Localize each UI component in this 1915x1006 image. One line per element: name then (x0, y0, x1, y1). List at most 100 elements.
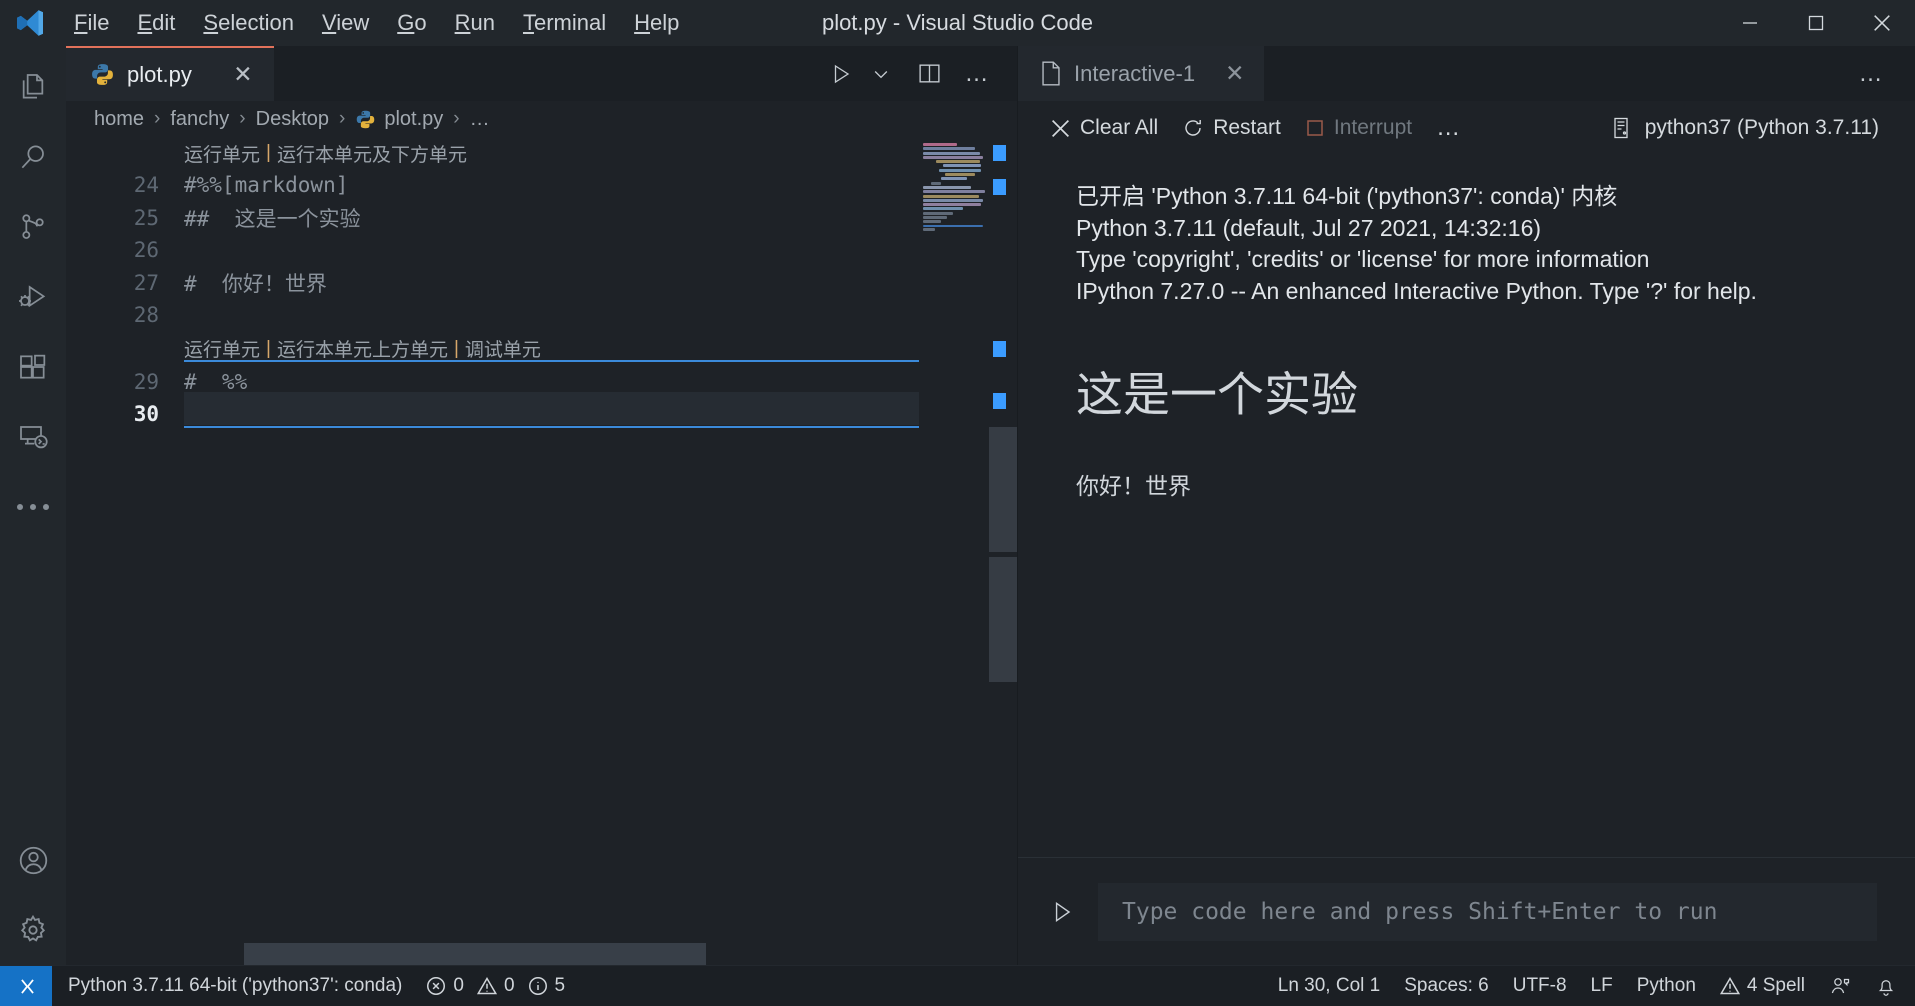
interactive-toolbar-more-button[interactable]: … (1426, 109, 1471, 147)
clear-all-label: Clear All (1080, 116, 1158, 140)
status-problems[interactable]: 0 0 5 (414, 966, 577, 1006)
close-button[interactable] (1849, 0, 1915, 46)
vertical-scrollbar-thumb[interactable] (989, 427, 1017, 552)
minimap[interactable] (919, 137, 989, 965)
overview-ruler[interactable] (989, 137, 1017, 965)
sidebar-item-remote-explorer[interactable] (0, 402, 66, 472)
run-file-button[interactable] (823, 54, 859, 94)
menu-edit[interactable]: Edit (123, 6, 189, 40)
breadcrumb-fanchy[interactable]: fanchy (170, 108, 229, 131)
menu-go[interactable]: Go (383, 6, 440, 40)
interactive-more-button[interactable]: … (1853, 54, 1889, 94)
codelens-run-cell[interactable]: 运行单元 (184, 140, 260, 167)
spell-label: 4 Spell (1747, 975, 1805, 997)
codelens-run-above[interactable]: 运行本单元上方单元 (277, 335, 448, 362)
minimap-line (923, 207, 963, 210)
status-encoding[interactable]: UTF-8 (1501, 966, 1579, 1006)
activity-bar-more-button[interactable] (0, 472, 66, 542)
interactive-tab-actions: … (1853, 46, 1915, 101)
interactive-input-area: Type code here and press Shift+Enter to … (1018, 857, 1915, 965)
status-eol[interactable]: LF (1579, 966, 1625, 1006)
run-and-debug-icon (17, 281, 49, 313)
menu-run[interactable]: Run (441, 6, 509, 40)
minimap-content (919, 137, 989, 231)
minimap-line (939, 169, 981, 172)
status-cursor-position[interactable]: Ln 30, Col 1 (1266, 966, 1392, 1006)
code-row: 25 ## 这是一个实验 (66, 202, 919, 235)
breadcrumb-symbols[interactable]: … (470, 108, 490, 131)
status-indentation[interactable]: Spaces: 6 (1392, 966, 1501, 1006)
minimap-line (923, 199, 983, 202)
tab-plot-py[interactable]: plot.py ✕ (66, 46, 274, 101)
horizontal-scrollbar[interactable] (184, 943, 821, 965)
horizontal-scrollbar-thumb[interactable] (244, 943, 706, 965)
sidebar-item-accounts[interactable] (0, 825, 66, 895)
run-cell-icon[interactable] (1040, 890, 1084, 934)
interactive-tab-bar: Interactive-1 ✕ … (1018, 46, 1915, 101)
status-feedback[interactable] (1817, 966, 1863, 1006)
codelens-separator: | (260, 338, 277, 360)
line-text: # %% (181, 370, 247, 394)
remote-indicator[interactable] (0, 966, 52, 1006)
sidebar-item-search[interactable] (0, 122, 66, 192)
menu-terminal[interactable]: Terminal (509, 6, 620, 40)
maximize-button[interactable] (1783, 0, 1849, 46)
output-line: 已开启 'Python 3.7.11 64-bit ('python37': c… (1076, 181, 1885, 213)
status-python-env[interactable]: Python 3.7.11 64-bit ('python37': conda) (52, 966, 414, 1006)
codelens-run-below[interactable]: 运行本单元及下方单元 (277, 140, 467, 167)
sidebar-item-extensions[interactable] (0, 332, 66, 402)
interactive-tab-label: Interactive-1 (1074, 61, 1195, 87)
status-language-mode[interactable]: Python (1625, 966, 1708, 1006)
tab-interactive-1[interactable]: Interactive-1 ✕ (1018, 46, 1264, 101)
tab-label: plot.py (127, 62, 192, 88)
menu-help[interactable]: Help (620, 6, 693, 40)
sidebar-item-settings[interactable] (0, 895, 66, 965)
menu-bar: File Edit Selection View Go Run Terminal… (60, 0, 693, 46)
info-count: 5 (555, 975, 566, 997)
minimap-line (923, 190, 985, 193)
codelens-debug-cell[interactable]: 调试单元 (465, 335, 541, 362)
menu-file[interactable]: File (60, 6, 123, 40)
python-env-label: Python 3.7.11 64-bit ('python37': conda) (68, 975, 402, 997)
sidebar-item-source-control[interactable] (0, 192, 66, 262)
output-line: Python 3.7.11 (default, Jul 27 2021, 14:… (1076, 213, 1885, 245)
editor-more-button[interactable]: … (959, 54, 995, 94)
codelens-run-cell-2[interactable]: 运行单元 (184, 335, 260, 362)
interrupt-button[interactable]: Interrupt (1295, 111, 1422, 145)
ruler-marker (993, 341, 1006, 357)
breadcrumb-desktop[interactable]: Desktop (256, 108, 329, 131)
code-input[interactable]: Type code here and press Shift+Enter to … (1098, 883, 1877, 941)
menu-selection[interactable]: Selection (189, 6, 308, 40)
breadcrumb-plot-py[interactable]: plot.py (384, 108, 443, 131)
bell-icon (1875, 975, 1897, 997)
sidebar-item-explorer[interactable] (0, 52, 66, 122)
menu-view[interactable]: View (308, 6, 383, 40)
split-editor-button[interactable] (911, 54, 947, 94)
extensions-icon (17, 351, 49, 383)
search-icon (17, 141, 49, 173)
run-dropdown-button[interactable] (863, 54, 899, 94)
code-editor[interactable]: 运行单元 | 运行本单元及下方单元 24 #%%[markdown] 25 ##… (66, 137, 919, 965)
encoding-label: UTF-8 (1513, 975, 1567, 997)
minimap-line (941, 177, 967, 180)
interrupt-label: Interrupt (1334, 116, 1412, 140)
minimize-button[interactable] (1717, 0, 1783, 46)
status-notifications[interactable] (1863, 966, 1909, 1006)
editor-main: 运行单元 | 运行本单元及下方单元 24 #%%[markdown] 25 ##… (66, 137, 1017, 965)
sidebar-item-run-debug[interactable] (0, 262, 66, 332)
minimap-line (936, 160, 980, 163)
interactive-tab-close-icon[interactable]: ✕ (1225, 60, 1244, 87)
restart-button[interactable]: Restart (1172, 111, 1291, 145)
vertical-scrollbar-thumb-2[interactable] (989, 557, 1017, 682)
clear-all-button[interactable]: Clear All (1040, 111, 1168, 145)
line-text: # 你好！世界 (181, 268, 327, 298)
line-number-active: 30 (66, 402, 181, 426)
codelens-separator: | (448, 338, 465, 360)
kernel-selector[interactable]: python37 (Python 3.7.11) (1599, 111, 1889, 145)
tab-close-icon[interactable]: ✕ (230, 63, 256, 86)
activity-bar (0, 46, 66, 965)
status-spell-checker[interactable]: 4 Spell (1708, 966, 1817, 1006)
output-line: IPython 7.27.0 -- An enhanced Interactiv… (1076, 276, 1885, 308)
account-icon (17, 844, 50, 877)
breadcrumb-home[interactable]: home (94, 108, 144, 131)
